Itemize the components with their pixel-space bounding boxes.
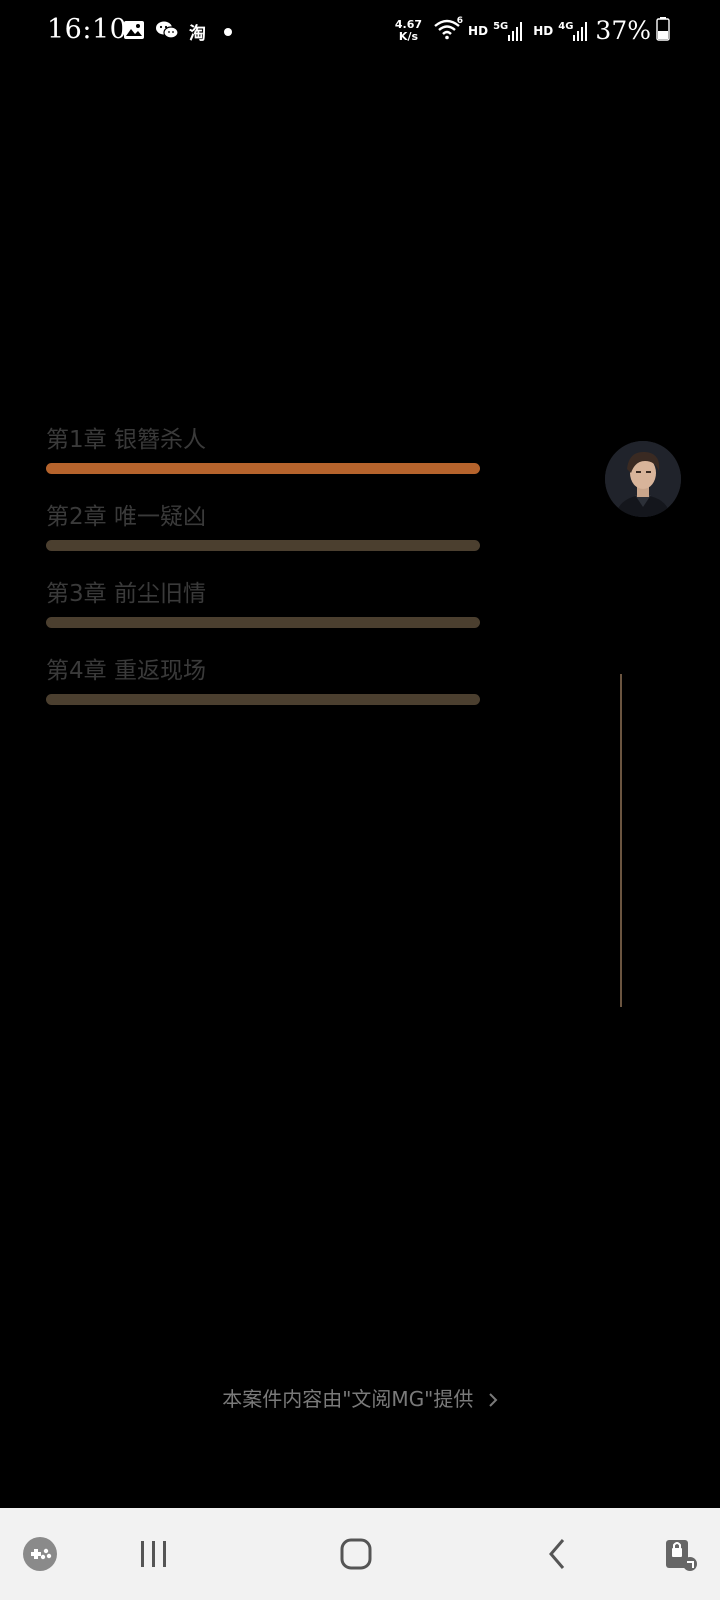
signal-5g-label: 5G [493, 20, 509, 32]
home-icon[interactable] [330, 1528, 382, 1580]
hd-label-2: HD [533, 23, 554, 38]
wechat-icon [155, 20, 179, 44]
chapter-progress-bar [46, 694, 480, 705]
notification-icons: 淘 [123, 19, 232, 44]
game-launcher-icon[interactable] [14, 1528, 66, 1580]
character-avatar[interactable] [605, 441, 681, 517]
chapter-title: 第2章 唯一疑凶 [46, 504, 206, 530]
screen-lock-icon[interactable] [654, 1528, 706, 1580]
signal-4g-label: 4G [558, 20, 574, 32]
dot-icon [224, 27, 232, 36]
system-nav-bar [0, 1508, 720, 1600]
status-right: 4.67 K/s 6 HD 5G HD 4G 37% [395, 16, 670, 45]
chapter-title: 第3章 前尘旧情 [46, 581, 206, 607]
chapter-item-2[interactable]: 第2章 唯一疑凶 [46, 497, 480, 574]
status-time: 16:10 [47, 14, 128, 45]
wifi-icon: 6 [433, 16, 464, 43]
credit-text: 本案件内容由"文阅MG"提供 [222, 1387, 474, 1411]
chapter-title: 第1章 银簪杀人 [46, 427, 206, 453]
net-speed-value: 4.67 [394, 17, 423, 31]
chapter-progress-bar [46, 617, 480, 628]
chapter-progress-bar [46, 540, 480, 551]
chevron-right-icon [488, 1389, 498, 1413]
recent-apps-icon[interactable] [128, 1528, 180, 1580]
chapter-progress-bar [46, 463, 480, 474]
chapter-item-1[interactable]: 第1章 银簪杀人 [46, 420, 480, 497]
chapter-item-3[interactable]: 第3章 前尘旧情 [46, 574, 480, 651]
taobao-icon: 淘 [189, 24, 206, 44]
wifi-badge: 6 [456, 16, 464, 26]
content-credit-link[interactable]: 本案件内容由"文阅MG"提供 [0, 1383, 720, 1413]
status-bar: 16:10 淘 4.67 K/s 6 HD 5G HD 4G 37% [0, 0, 720, 64]
chapter-list: 第1章 银簪杀人 第2章 唯一疑凶 第3章 前尘旧情 第4章 重返现场 [46, 420, 480, 728]
image-icon [123, 20, 145, 44]
scroll-indicator-line [620, 674, 622, 1007]
chapter-title: 第4章 重返现场 [46, 658, 206, 684]
battery-icon [656, 17, 670, 44]
hd-label-1: HD [468, 23, 489, 38]
back-icon[interactable] [531, 1528, 583, 1580]
signal-4g-icon: 4G [558, 20, 588, 41]
signal-5g-icon: 5G [493, 20, 523, 41]
net-speed-unit: K/s [398, 29, 419, 43]
network-speed: 4.67 K/s [394, 17, 423, 43]
chapter-item-4[interactable]: 第4章 重返现场 [46, 651, 480, 728]
battery-percent: 37% [595, 16, 651, 45]
